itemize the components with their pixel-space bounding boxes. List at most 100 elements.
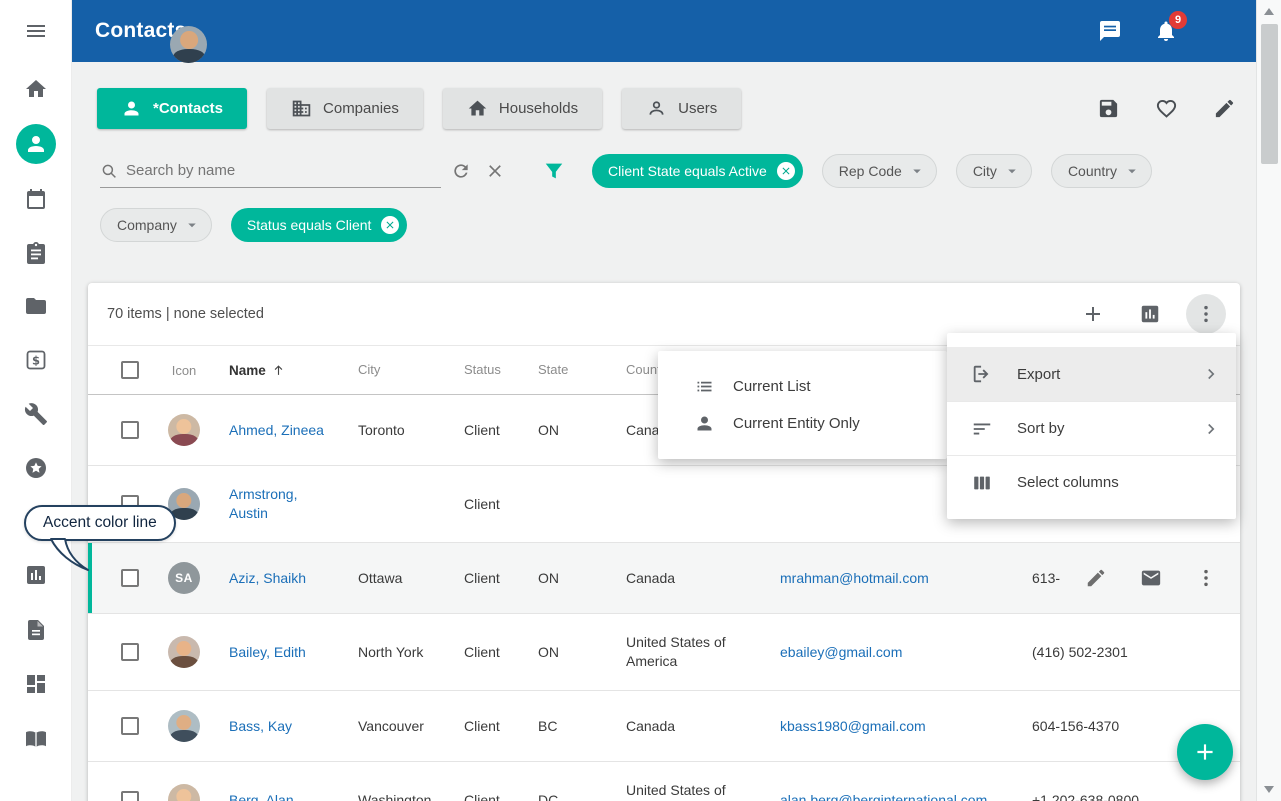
add-new-fab[interactable]: [1177, 724, 1233, 780]
cell-state: ON: [538, 643, 626, 662]
chip-remove-icon[interactable]: [777, 162, 795, 180]
edit-contact-button[interactable]: [1085, 567, 1107, 589]
cell-city: Vancouver: [358, 717, 464, 736]
chevron-down-icon: [1123, 162, 1141, 180]
contact-name-link[interactable]: Berg, Alan: [229, 792, 294, 801]
contact-avatar: [168, 414, 200, 446]
notifications-button[interactable]: 9: [1154, 19, 1178, 43]
more-options-button[interactable]: [1186, 294, 1226, 334]
table-row[interactable]: Berg, Alan Washington Client DC United S…: [88, 762, 1240, 801]
save-view-button[interactable]: [1097, 97, 1120, 120]
sidebar-item-tasks[interactable]: [16, 233, 56, 273]
cell-country: United States of America: [626, 633, 780, 671]
scroll-up-arrow[interactable]: [1264, 8, 1274, 15]
sidebar-item-favorites[interactable]: [16, 448, 56, 488]
menu-item-current-entity-only[interactable]: Current Entity Only: [658, 405, 947, 442]
contact-email-link[interactable]: alan.berg@berginternational.com: [780, 792, 987, 801]
sidebar-item-calendar[interactable]: [16, 179, 56, 219]
filter-chip-company[interactable]: Company: [100, 208, 212, 242]
tab-contacts[interactable]: *Contacts: [97, 88, 247, 129]
contact-name-link[interactable]: Bailey, Edith: [229, 644, 306, 660]
filter-chip-status[interactable]: Status equals Client: [231, 208, 408, 242]
row-more-options-button[interactable]: [1195, 567, 1217, 589]
email-contact-button[interactable]: [1140, 567, 1162, 589]
filter-chip-client-state[interactable]: Client State equals Active: [592, 154, 803, 188]
table-row[interactable]: Bass, Kay Vancouver Client BC Canada kba…: [88, 691, 1240, 762]
row-checkbox[interactable]: [121, 643, 139, 661]
column-header-status[interactable]: Status: [464, 362, 501, 377]
contact-email-link[interactable]: mrahman@hotmail.com: [780, 570, 929, 586]
menu-item-export[interactable]: Export: [947, 347, 1236, 401]
column-header-city[interactable]: City: [358, 362, 380, 377]
contact-name-link[interactable]: Bass, Kay: [229, 718, 292, 734]
pencil-icon: [1085, 567, 1107, 589]
chevron-right-icon: [1202, 420, 1220, 438]
search-input[interactable]: [126, 162, 426, 179]
selection-summary: 70 items | none selected: [107, 306, 264, 322]
clear-search-button[interactable]: [485, 160, 507, 182]
user-avatar[interactable]: [170, 26, 207, 63]
contact-name-link[interactable]: Ahmed, Zineea: [229, 422, 324, 438]
clipboard-icon: [24, 241, 48, 265]
chart-view-button[interactable]: [1139, 303, 1161, 325]
sidebar-item-dashboard[interactable]: [16, 664, 56, 704]
filter-chip-city[interactable]: City: [956, 154, 1032, 188]
contact-email-link[interactable]: kbass1980@gmail.com: [780, 718, 926, 734]
cell-phone: +1 202-638-0800: [1032, 791, 1240, 801]
refresh-search-button[interactable]: [451, 160, 473, 182]
scroll-down-arrow[interactable]: [1264, 786, 1274, 793]
cell-status: Client: [464, 569, 538, 588]
filter-chip-rep-code[interactable]: Rep Code: [822, 154, 937, 188]
cell-city: North York: [358, 643, 464, 662]
column-header-name[interactable]: Name: [229, 363, 338, 378]
callout-tail: [46, 537, 92, 573]
save-icon: [1097, 97, 1120, 120]
row-checkbox[interactable]: [121, 569, 139, 587]
filter-chip-country[interactable]: Country: [1051, 154, 1152, 188]
sidebar-item-directory[interactable]: [16, 719, 56, 759]
sidebar-item-notes[interactable]: [16, 610, 56, 650]
row-checkbox[interactable]: [121, 717, 139, 735]
cell-status: Client: [464, 421, 538, 440]
contact-name-link[interactable]: Aziz, Shaikh: [229, 570, 306, 586]
table-row[interactable]: SA Aziz, Shaikh Ottawa Client ON Canada …: [88, 543, 1240, 614]
chat-icon: [1098, 19, 1122, 43]
funnel-icon: [543, 160, 565, 182]
column-header-icon: Icon: [172, 363, 197, 378]
notification-badge: 9: [1169, 11, 1187, 29]
dashboard-icon: [24, 672, 48, 696]
table-row[interactable]: Bailey, Edith North York Client ON Unite…: [88, 614, 1240, 691]
contact-name-link[interactable]: Armstrong, Austin: [229, 486, 297, 521]
sidebar-item-billing[interactable]: [16, 340, 56, 380]
row-checkbox[interactable]: [121, 421, 139, 439]
sidebar-item-home[interactable]: [16, 69, 56, 109]
contact-email-link[interactable]: ebailey@gmail.com: [780, 644, 902, 660]
column-header-state[interactable]: State: [538, 362, 568, 377]
tab-companies[interactable]: Companies: [267, 88, 423, 129]
tab-households[interactable]: Households: [443, 88, 602, 129]
contact-avatar: SA: [168, 562, 200, 594]
cell-status: Client: [464, 717, 538, 736]
sidebar-item-tools[interactable]: [16, 394, 56, 434]
vertical-scrollbar[interactable]: [1256, 0, 1281, 801]
menu-item-select-columns[interactable]: Select columns: [947, 455, 1236, 509]
scrollbar-thumb[interactable]: [1261, 24, 1278, 164]
menu-item-sort-by[interactable]: Sort by: [947, 401, 1236, 455]
dots-vertical-icon: [1195, 303, 1217, 325]
menu-item-current-list[interactable]: Current List: [658, 368, 947, 405]
row-checkbox[interactable]: [121, 791, 139, 801]
favorite-button[interactable]: [1155, 97, 1178, 120]
sidebar-item-contacts[interactable]: [16, 124, 56, 164]
tab-users[interactable]: Users: [622, 88, 741, 129]
plus-icon: [1192, 739, 1218, 765]
sidebar-item-documents[interactable]: [16, 286, 56, 326]
hamburger-menu-button[interactable]: [16, 11, 56, 51]
edit-view-button[interactable]: [1213, 97, 1236, 120]
filter-button[interactable]: [543, 160, 565, 182]
add-contact-button[interactable]: [1081, 302, 1105, 326]
select-all-checkbox[interactable]: [121, 361, 139, 379]
search-filter-row: Client State equals Active Rep Code City…: [72, 153, 1256, 189]
home-icon: [467, 98, 488, 119]
chip-remove-icon[interactable]: [381, 216, 399, 234]
chat-button[interactable]: [1098, 19, 1122, 43]
